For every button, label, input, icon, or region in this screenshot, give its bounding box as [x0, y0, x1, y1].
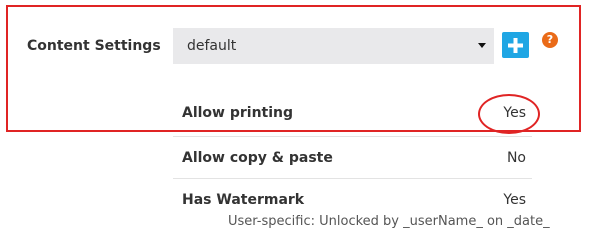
permission-label: Allow copy & paste	[182, 150, 333, 166]
content-settings-panel: Content Settings default ? Allow printin…	[0, 0, 590, 241]
content-settings-select[interactable]: default	[173, 28, 494, 64]
select-value: default	[187, 38, 237, 54]
permission-label: Allow printing	[182, 105, 294, 121]
content-settings-label: Content Settings	[27, 38, 161, 54]
permission-value: No	[506, 150, 526, 166]
question-circle-icon[interactable]: ?	[542, 32, 558, 48]
caret-down-icon	[478, 43, 486, 48]
annotation-circle	[478, 94, 540, 134]
user-specific-note: User-specific: Unlocked by _userName_ on…	[228, 214, 550, 229]
row-divider	[173, 178, 532, 179]
row-divider	[173, 136, 532, 137]
plus-icon	[508, 38, 523, 53]
add-button[interactable]	[502, 32, 529, 58]
permission-label: Has Watermark	[182, 192, 305, 208]
permission-value: Yes	[503, 192, 526, 208]
